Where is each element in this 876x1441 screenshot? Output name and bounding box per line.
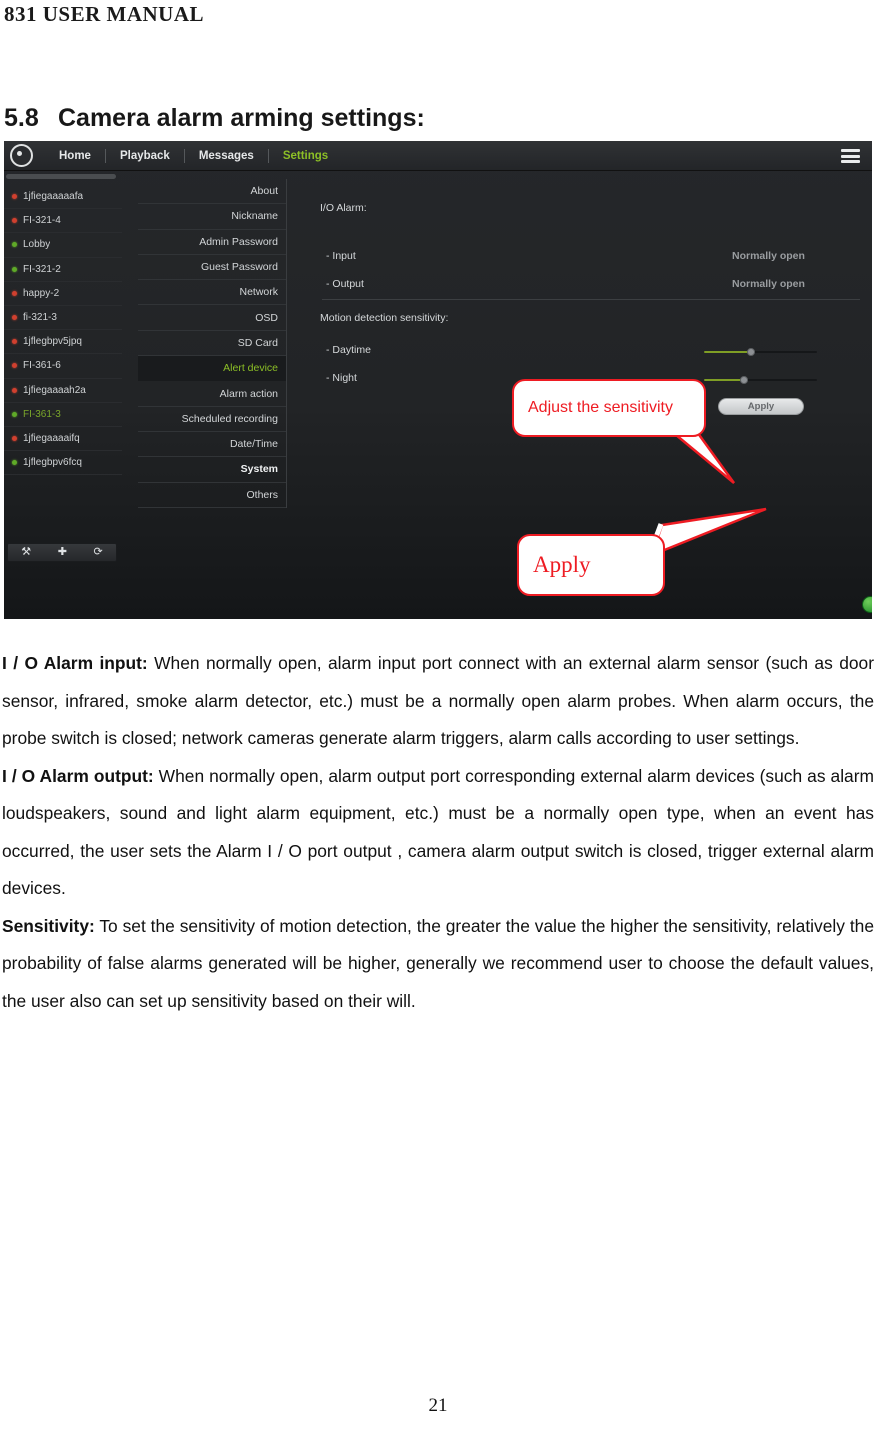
nav-playback[interactable]: Playback bbox=[106, 141, 184, 171]
night-slider-knob[interactable] bbox=[739, 376, 748, 384]
page-title: 5.8 Camera alarm arming settings: bbox=[4, 104, 425, 133]
settings-menu-item[interactable]: Nickname bbox=[138, 204, 286, 230]
device-list-item[interactable]: 1jfiegaaaaafa bbox=[4, 185, 122, 210]
nav-home[interactable]: Home bbox=[45, 141, 105, 171]
device-name-label: FI-361-3 bbox=[23, 408, 61, 420]
section-number: 5.8 bbox=[4, 104, 39, 132]
apply-callout: Apply bbox=[517, 534, 665, 596]
apply-button[interactable]: Apply bbox=[718, 398, 804, 415]
wrench-icon[interactable]: ⚒ bbox=[21, 547, 31, 558]
hamburger-icon[interactable] bbox=[841, 149, 860, 163]
output-label: - Output bbox=[326, 278, 364, 290]
camera-logo-icon bbox=[10, 144, 33, 167]
device-name-label: 1jfiegaaaaifq bbox=[23, 432, 80, 444]
section-title: Camera alarm arming settings: bbox=[58, 104, 425, 132]
settings-menu-item[interactable]: About bbox=[138, 179, 286, 205]
device-status-dot bbox=[12, 363, 17, 369]
refresh-icon[interactable]: ⟳ bbox=[94, 547, 103, 558]
device-list-item[interactable]: fi-321-3 bbox=[4, 306, 122, 331]
sensitivity-callout: Adjust the sensitivity bbox=[512, 379, 706, 437]
device-name-label: fi-321-3 bbox=[23, 312, 57, 324]
device-list-item[interactable]: FI-361-3 bbox=[4, 403, 122, 427]
settings-menu-item[interactable]: Network bbox=[138, 280, 286, 306]
device-name-label: 1jfiegaaaah2a bbox=[23, 384, 86, 396]
device-status-dot bbox=[12, 339, 17, 345]
settings-menu: About Nickname Admin Password Guest Passwor… bbox=[138, 179, 287, 508]
device-status-dot bbox=[12, 194, 17, 200]
settings-menu-item[interactable]: System bbox=[138, 457, 286, 483]
night-label: - Night bbox=[326, 372, 357, 384]
paragraph-lead-in: I / O Alarm input: bbox=[2, 653, 148, 673]
device-status-dot bbox=[12, 387, 17, 393]
form-divider bbox=[322, 299, 860, 300]
nav-settings[interactable]: Settings bbox=[269, 141, 342, 171]
paragraph-lead-in: I / O Alarm output: bbox=[2, 765, 154, 786]
device-status-dot bbox=[12, 218, 17, 224]
device-status-dot bbox=[12, 411, 17, 417]
device-list-item[interactable]: 1jflegbpv6fcq bbox=[4, 451, 122, 476]
input-value-dropdown[interactable]: Normally open bbox=[732, 250, 805, 262]
device-list-item[interactable]: FI-321-2 bbox=[4, 258, 122, 282]
device-sidebar: 1jfiegaaaaafa FI-321-4 Lobby FI-321-2 happy-… bbox=[4, 171, 122, 619]
settings-menu-item[interactable]: Others bbox=[138, 483, 286, 508]
device-status-dot bbox=[12, 266, 17, 272]
device-status-dot bbox=[12, 290, 17, 296]
device-name-label: FI-361-6 bbox=[23, 360, 61, 372]
body-paragraph: I / O Alarm output: When normally open, … bbox=[2, 758, 874, 908]
device-name-label: happy-2 bbox=[23, 287, 60, 299]
device-list-item[interactable]: 1jflegbpv5jpq bbox=[4, 330, 122, 355]
device-list-item[interactable]: 1jfiegaaaaifq bbox=[4, 427, 122, 452]
settings-menu-item[interactable]: Alert device bbox=[138, 356, 286, 382]
input-label: - Input bbox=[326, 250, 356, 262]
device-list-scrollbar[interactable] bbox=[6, 174, 116, 179]
daytime-slider-fill bbox=[704, 351, 752, 353]
page-number: 21 bbox=[428, 1395, 448, 1416]
device-name-label: 1jflegbpv5jpq bbox=[23, 336, 82, 348]
device-name-label: FI-321-4 bbox=[23, 215, 61, 227]
device-name-label: 1jfiegaaaaafa bbox=[23, 191, 84, 203]
body-paragraph: I / O Alarm input: When normally open, a… bbox=[2, 645, 874, 758]
screenshot-canvas: Home Playback Messages Settings 1jfiegaa… bbox=[4, 141, 872, 619]
camera-settings-screenshot: Home Playback Messages Settings 1jfiegaa… bbox=[4, 141, 872, 619]
device-list-item[interactable]: happy-2 bbox=[4, 282, 122, 306]
status-badge bbox=[862, 596, 872, 613]
daytime-slider-knob[interactable] bbox=[747, 348, 756, 356]
device-status-dot bbox=[12, 315, 17, 321]
paragraph-lead-in: Sensitivity: bbox=[2, 915, 95, 936]
settings-menu-item[interactable]: Guest Password bbox=[138, 255, 286, 281]
device-name-label: 1jflegbpv6fcq bbox=[23, 457, 82, 469]
app-topbar: Home Playback Messages Settings bbox=[4, 141, 872, 171]
device-list-item[interactable]: FI-321-4 bbox=[4, 209, 122, 234]
device-name-label: Lobby bbox=[23, 239, 51, 251]
device-toolbar: ⚒ ✚ ⟳ bbox=[7, 543, 117, 562]
device-list-item[interactable]: 1jfiegaaaah2a bbox=[4, 379, 122, 403]
motion-sensitivity-heading: Motion detection sensitivity: bbox=[320, 312, 449, 324]
device-list-item[interactable]: FI-361-6 bbox=[4, 354, 122, 379]
night-slider-fill bbox=[704, 379, 744, 381]
body-paragraph: Sensitivity: To set the sensitivity of m… bbox=[2, 908, 874, 1021]
nav-messages[interactable]: Messages bbox=[185, 141, 268, 171]
settings-menu-item[interactable]: OSD bbox=[138, 305, 286, 331]
paragraph-text: To set the sensitivity of motion detecti… bbox=[2, 915, 874, 1011]
output-value-dropdown[interactable]: Normally open bbox=[732, 278, 805, 290]
device-status-dot bbox=[12, 435, 17, 441]
night-slider[interactable] bbox=[704, 376, 817, 384]
device-status-dot bbox=[12, 460, 17, 466]
device-list: 1jfiegaaaaafa FI-321-4 Lobby FI-321-2 happy-… bbox=[4, 185, 122, 476]
running-head: 831 USER MANUAL bbox=[4, 2, 205, 26]
plus-icon[interactable]: ✚ bbox=[58, 547, 67, 558]
settings-menu-item[interactable]: SD Card bbox=[138, 331, 286, 357]
daytime-label: - Daytime bbox=[326, 344, 371, 356]
device-list-item[interactable]: Lobby bbox=[4, 233, 122, 258]
io-alarm-heading: I/O Alarm: bbox=[320, 202, 367, 214]
settings-menu-item[interactable]: Scheduled recording bbox=[138, 407, 286, 432]
settings-menu-item[interactable]: Alarm action bbox=[138, 381, 286, 407]
body-text: I / O Alarm input: When normally open, a… bbox=[2, 645, 874, 1020]
settings-menu-item[interactable]: Date/Time bbox=[138, 432, 286, 458]
settings-menu-item[interactable]: Admin Password bbox=[138, 230, 286, 255]
daytime-slider[interactable] bbox=[704, 348, 817, 356]
device-name-label: FI-321-2 bbox=[23, 263, 61, 275]
device-status-dot bbox=[12, 242, 17, 248]
